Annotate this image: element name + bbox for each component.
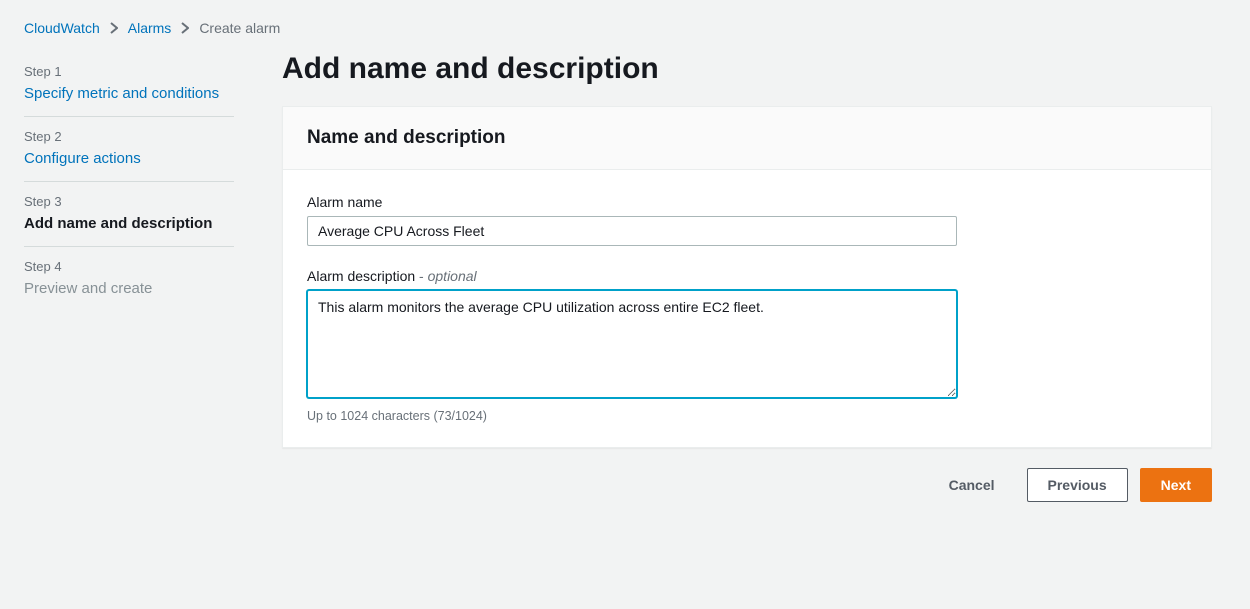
step-number: Step 3 (24, 194, 234, 209)
step-3: Step 3 Add name and description (24, 182, 234, 247)
page-title: Add name and description (282, 52, 1212, 86)
step-3-title: Add name and description (24, 213, 234, 234)
panel-body: Alarm name Alarm description - optional … (283, 170, 1211, 447)
step-number: Step 1 (24, 64, 234, 79)
label-separator: - (419, 268, 428, 284)
step-number: Step 2 (24, 129, 234, 144)
chevron-right-icon (181, 22, 189, 34)
optional-tag: optional (428, 268, 477, 284)
alarm-description-label-text: Alarm description (307, 268, 415, 284)
breadcrumb-current: Create alarm (199, 20, 280, 36)
chevron-right-icon (110, 22, 118, 34)
alarm-description-helper: Up to 1024 characters (73/1024) (307, 409, 1187, 423)
wizard-steps: Step 1 Specify metric and conditions Ste… (24, 52, 234, 502)
breadcrumb: CloudWatch Alarms Create alarm (24, 20, 1226, 36)
step-1-title[interactable]: Specify metric and conditions (24, 83, 234, 104)
main-content: Add name and description Name and descri… (282, 52, 1212, 502)
next-button[interactable]: Next (1140, 468, 1212, 502)
form-group-alarm-description: Alarm description - optional Up to 1024 … (307, 268, 1187, 423)
wizard-actions: Cancel Previous Next (282, 468, 1212, 502)
breadcrumb-root[interactable]: CloudWatch (24, 20, 100, 36)
breadcrumb-parent[interactable]: Alarms (128, 20, 172, 36)
step-1: Step 1 Specify metric and conditions (24, 52, 234, 117)
panel-name-description: Name and description Alarm name Alarm de… (282, 106, 1212, 448)
panel-header: Name and description (283, 107, 1211, 170)
step-2: Step 2 Configure actions (24, 117, 234, 182)
panel-heading: Name and description (307, 127, 1187, 149)
alarm-description-label: Alarm description - optional (307, 268, 1187, 284)
step-4: Step 4 Preview and create (24, 247, 234, 311)
form-group-alarm-name: Alarm name (307, 194, 1187, 246)
step-number: Step 4 (24, 259, 234, 274)
alarm-description-textarea[interactable] (307, 290, 957, 398)
step-4-title: Preview and create (24, 278, 234, 299)
alarm-name-input[interactable] (307, 216, 957, 246)
step-2-title[interactable]: Configure actions (24, 148, 234, 169)
previous-button[interactable]: Previous (1027, 468, 1128, 502)
alarm-name-label: Alarm name (307, 194, 1187, 210)
cancel-button[interactable]: Cancel (929, 469, 1015, 501)
